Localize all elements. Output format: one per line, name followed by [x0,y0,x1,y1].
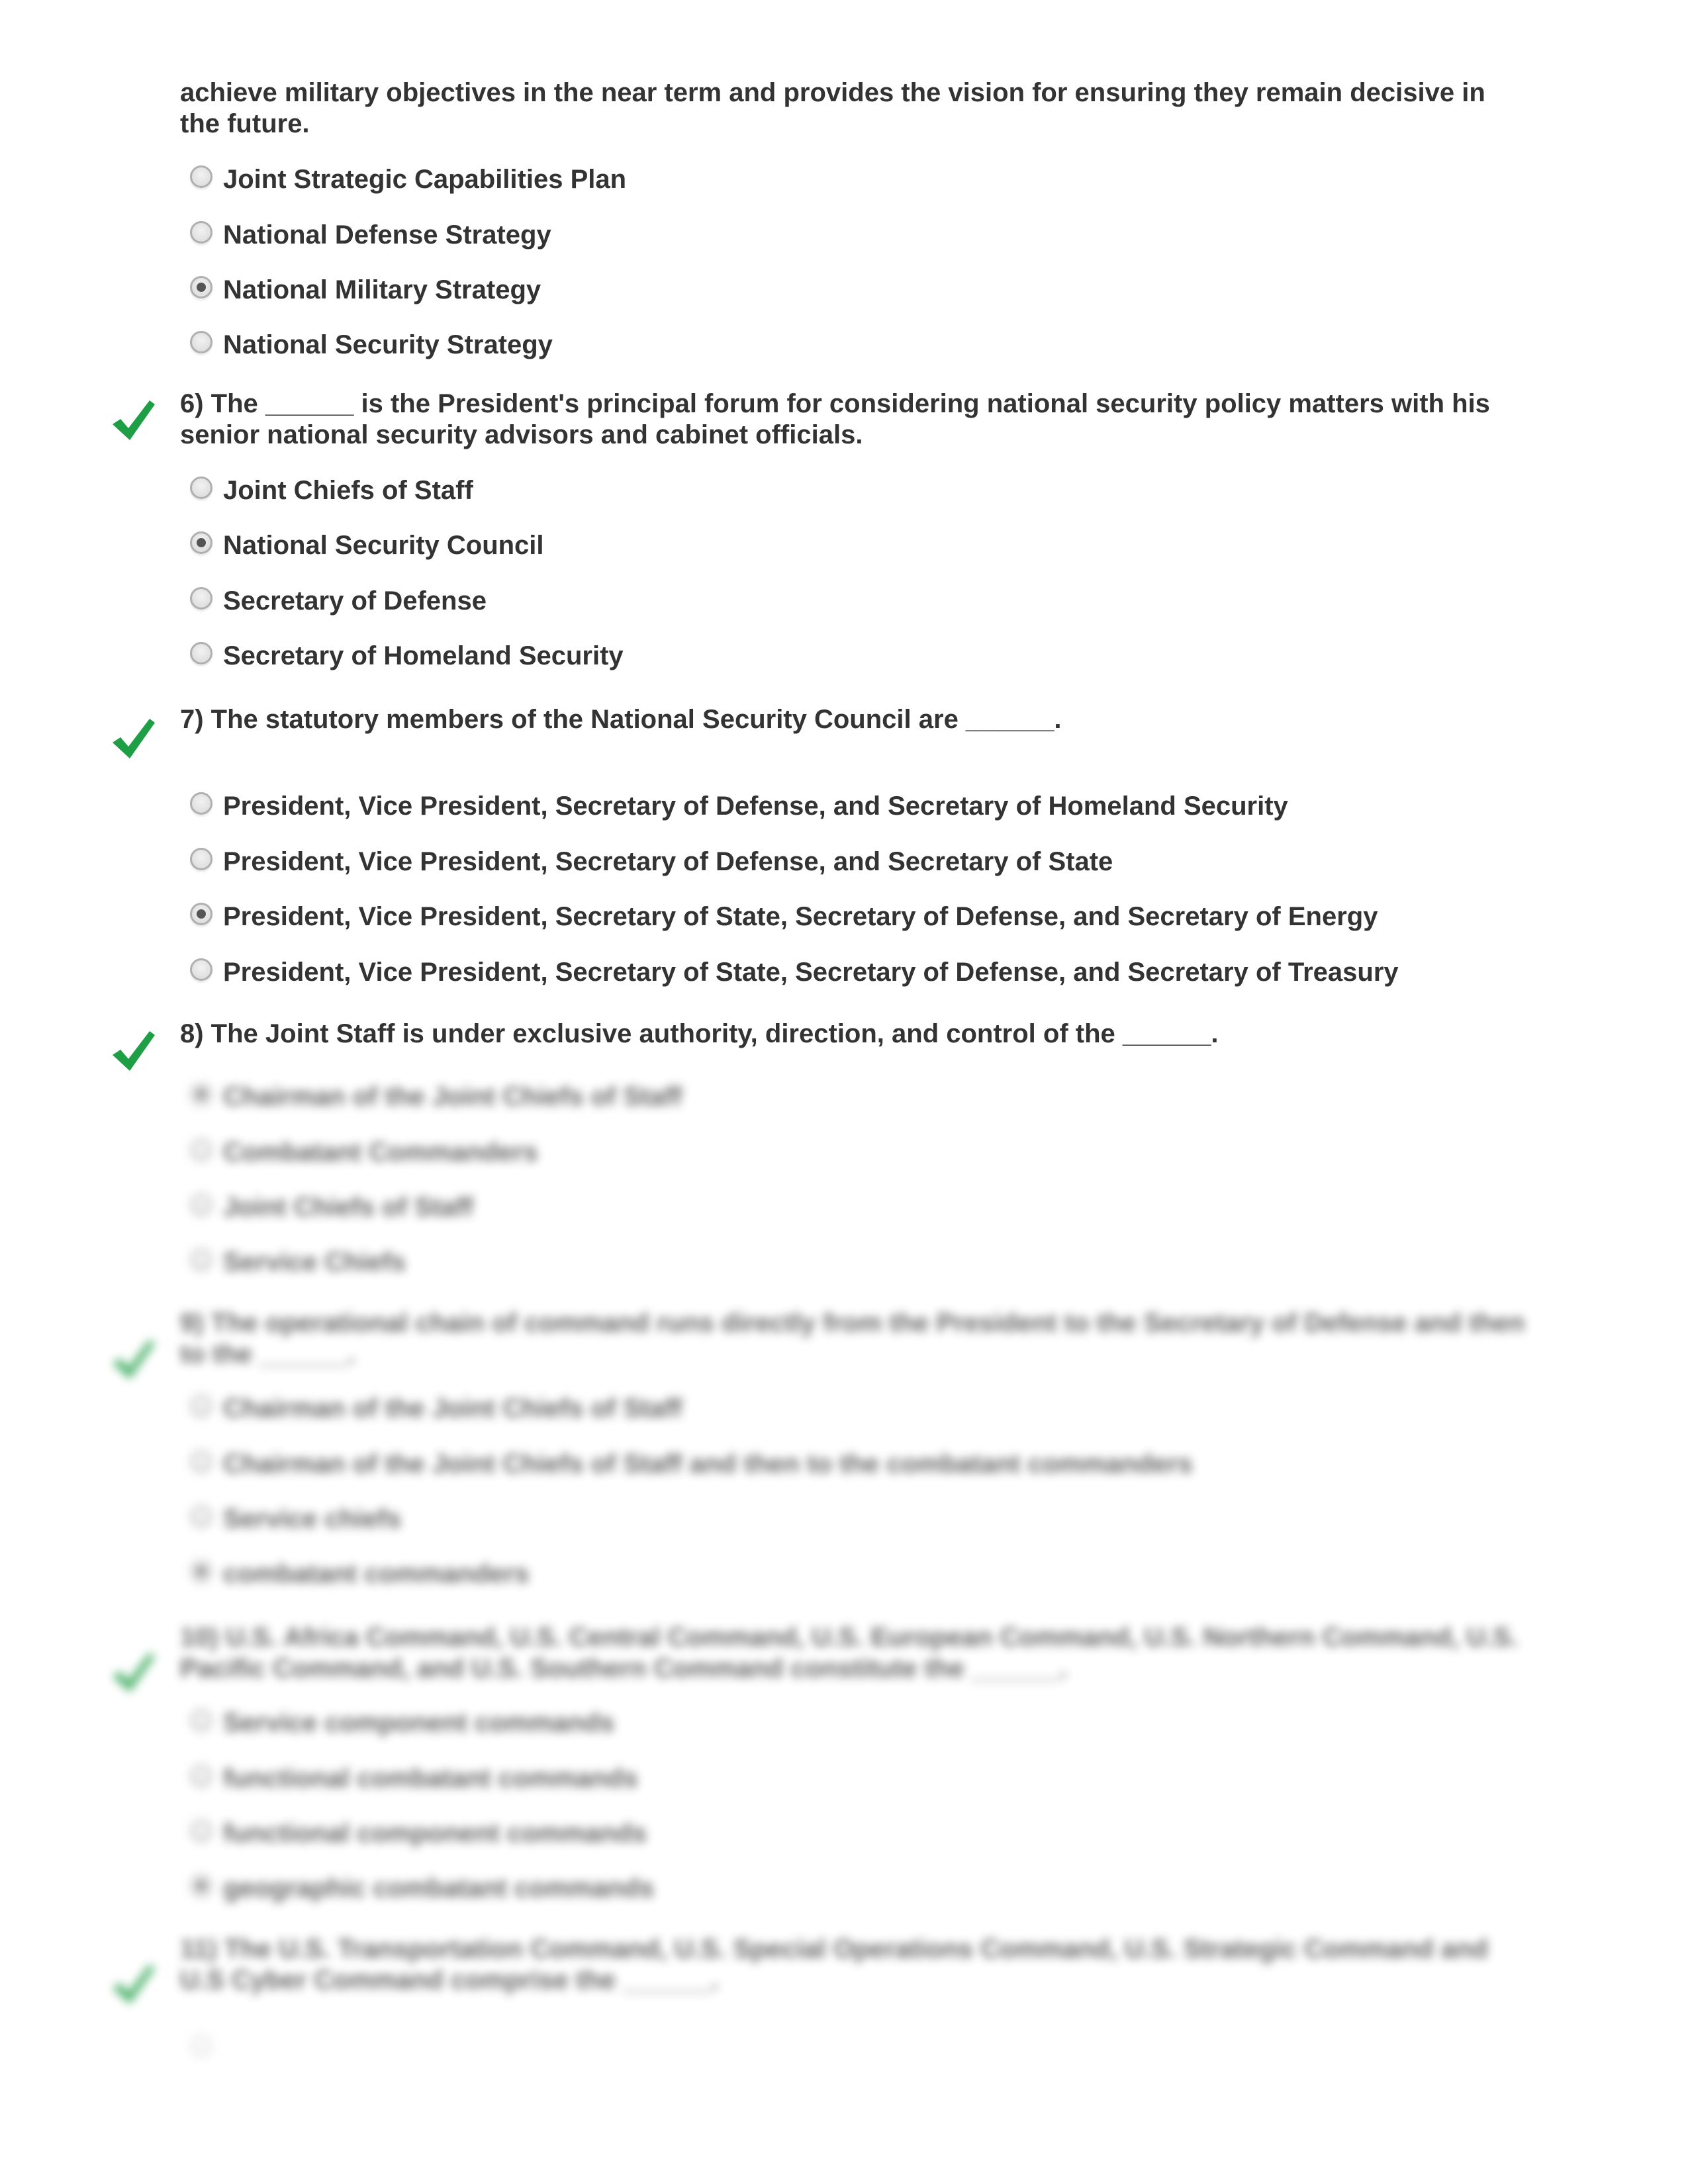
option-label: President, Vice President, Secretary of … [223,847,1113,876]
question-5-text: achieve military objectives in the near … [180,77,1554,140]
question-11-text: 11) The U.S. Transportation Command, U.S… [180,1934,1554,1996]
option-label: Service component commands [223,1708,615,1737]
radio-button[interactable] [190,331,212,353]
q7-option-4[interactable]: President, Vice President, Secretary of … [190,958,1399,989]
q10-option-4[interactable]: geographic combatant commands [190,1874,654,1905]
radio-button[interactable] [190,1764,212,1787]
radio-button[interactable] [190,165,212,188]
radio-button-selected[interactable] [190,1083,212,1105]
question-8-text: 8) The Joint Staff is under exclusive au… [180,1019,1554,1050]
q5-option-4[interactable]: National Security Strategy [190,330,553,362]
q8-option-2[interactable]: Combatant Commanders [190,1138,538,1169]
option-label: National Military Strategy [223,275,541,304]
option-label: President, Vice President, Secretary of … [223,958,1399,987]
question-9-text: 9) The operational chain of command runs… [180,1308,1554,1370]
radio-button-selected[interactable] [190,531,212,554]
radio-button-selected[interactable] [190,276,212,298]
option-label: Combatant Commanders [223,1138,538,1167]
option-label: functional component commands [223,1819,647,1848]
option-label: President, Vice President, Secretary of … [223,902,1378,931]
question-6-line-2: senior national security advisors and ca… [180,420,863,449]
q6-option-4[interactable]: Secretary of Homeland Security [190,641,624,673]
radio-button-selected[interactable] [190,903,212,925]
q9-option-1[interactable]: Chairman of the Joint Chiefs of Staff [190,1394,682,1426]
option-label: Secretary of Homeland Security [223,641,624,670]
question-8-line-1: 8) The Joint Staff is under exclusive au… [180,1019,1219,1048]
q7-option-3[interactable]: President, Vice President, Secretary of … [190,902,1378,934]
option-label: Chairman of the Joint Chiefs of Staff an… [223,1449,1193,1479]
q6-option-3[interactable]: Secretary of Defense [190,586,487,618]
question-5-line-1: achieve military objectives in the near … [180,78,1485,107]
radio-button[interactable] [190,587,212,610]
option-label: National Defense Strategy [223,220,551,250]
question-11-line-1: 11) The U.S. Transportation Command, U.S… [180,1934,1488,1964]
question-9-line-2: to the ______. [180,1340,355,1369]
q7-option-2[interactable]: President, Vice President, Secretary of … [190,847,1113,879]
radio-button[interactable] [190,642,212,664]
question-11-line-2: U.S Cyber Command comprise the ______. [180,1966,719,1995]
check-icon [113,1340,155,1379]
question-6-line-1: 6) The ______ is the President's princip… [180,389,1490,418]
q9-option-3[interactable]: Service chiefs [190,1504,402,1536]
radio-button[interactable] [190,1450,212,1473]
option-label: Joint Chiefs of Staff [223,1193,473,1222]
question-5-line-2: the future. [180,109,310,138]
q7-option-1[interactable]: President, Vice President, Secretary of … [190,792,1288,823]
radio-button[interactable] [190,848,212,870]
option-label: functional combatant commands [223,1764,638,1793]
radio-button[interactable] [190,1819,212,1842]
radio-button[interactable] [190,1709,212,1731]
q5-option-2[interactable]: National Defense Strategy [190,220,551,252]
radio-button[interactable] [190,1505,212,1527]
q11-option-1[interactable] [190,2034,223,2066]
option-label: Chairman of the Joint Chiefs of Staff [223,1082,682,1111]
question-10-line-2: Pacific Command, and U.S. Southern Comma… [180,1654,1068,1683]
radio-button[interactable] [190,1193,212,1216]
q5-option-1[interactable]: Joint Strategic Capabilities Plan [190,165,626,197]
radio-button[interactable] [190,958,212,981]
q10-option-2[interactable]: functional combatant commands [190,1764,638,1796]
option-label: Joint Chiefs of Staff [223,476,473,505]
question-6-text: 6) The ______ is the President's princip… [180,388,1554,451]
q9-option-2[interactable]: Chairman of the Joint Chiefs of Staff an… [190,1449,1193,1481]
radio-button[interactable] [190,221,212,244]
option-label: Secretary of Defense [223,586,487,615]
radio-button[interactable] [190,792,212,815]
q8-option-3[interactable]: Joint Chiefs of Staff [190,1193,473,1224]
radio-button-selected[interactable] [190,1560,212,1582]
option-label: National Security Council [223,531,544,560]
option-label: Joint Strategic Capabilities Plan [223,165,627,194]
question-10-line-1: 10) U.S. Africa Command, U.S. Central Co… [180,1623,1519,1652]
q6-option-2[interactable]: National Security Council [190,531,544,563]
question-7-line-1: 7) The statutory members of the National… [180,705,1062,734]
question-9-line-1: 9) The operational chain of command runs… [180,1308,1525,1338]
radio-button[interactable] [190,1248,212,1271]
question-7-text: 7) The statutory members of the National… [180,704,1554,735]
q9-option-4[interactable]: combatant commanders [190,1559,530,1591]
q10-option-3[interactable]: functional component commands [190,1819,647,1850]
radio-button[interactable] [190,1394,212,1417]
check-icon [113,1964,155,2004]
option-label: Service Chiefs [223,1248,406,1277]
q10-option-1[interactable]: Service component commands [190,1708,615,1740]
q5-option-3[interactable]: National Military Strategy [190,275,541,307]
option-label: geographic combatant commands [223,1874,655,1903]
check-icon [113,400,155,440]
check-icon [113,719,155,758]
radio-button-selected[interactable] [190,1874,212,1897]
radio-button[interactable] [190,477,212,499]
option-label: Service chiefs [223,1504,402,1533]
radio-button[interactable] [190,2034,212,2057]
q8-option-4[interactable]: Service Chiefs [190,1248,406,1279]
q8-option-1[interactable]: Chairman of the Joint Chiefs of Staff [190,1082,682,1114]
radio-button[interactable] [190,1138,212,1161]
check-icon [113,1031,155,1071]
option-label: combatant commanders [223,1559,530,1588]
check-icon [113,1653,155,1692]
q6-option-1[interactable]: Joint Chiefs of Staff [190,476,473,508]
option-label: President, Vice President, Secretary of … [223,792,1288,821]
question-10-text: 10) U.S. Africa Command, U.S. Central Co… [180,1622,1554,1684]
option-label: National Security Strategy [223,330,553,359]
option-label: Chairman of the Joint Chiefs of Staff [223,1394,682,1423]
